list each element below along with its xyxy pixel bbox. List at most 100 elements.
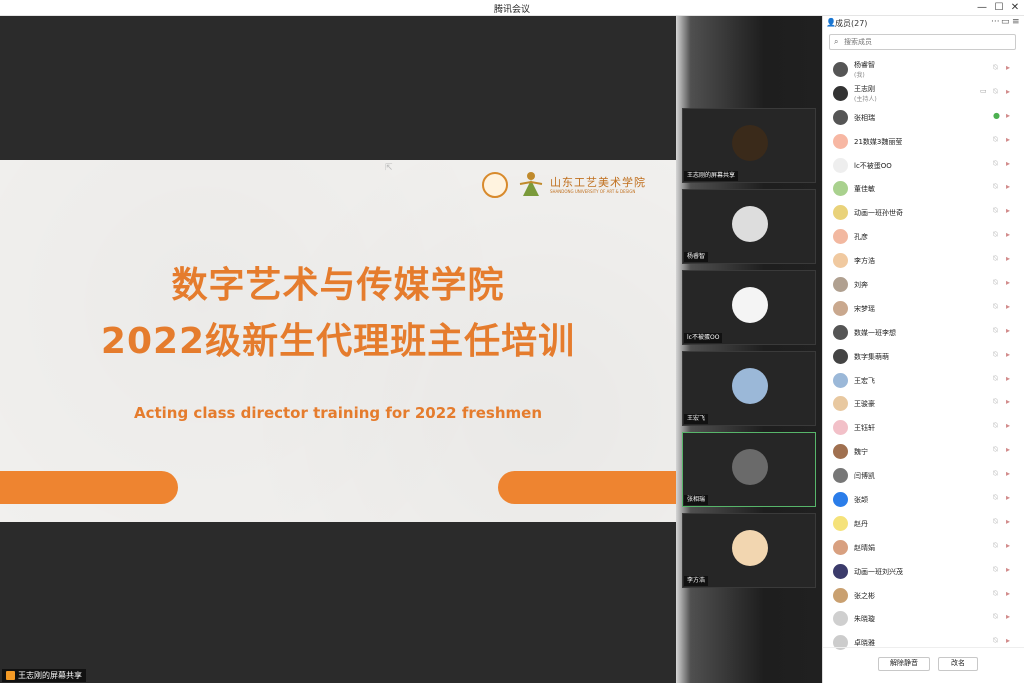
camera-off-icon[interactable]: ▸ xyxy=(1006,612,1015,624)
member-row[interactable]: 赵晴娟 ⍉ ▸ xyxy=(823,536,1024,560)
camera-off-icon[interactable]: ▸ xyxy=(1006,135,1015,147)
member-name: 动画一班刘兴茂 xyxy=(854,567,903,576)
mic-muted-icon[interactable]: ⍉ xyxy=(993,206,1002,218)
camera-off-icon[interactable]: ▸ xyxy=(1006,445,1015,457)
member-row[interactable]: 孔彦 ⍉ ▸ xyxy=(823,225,1024,249)
member-row[interactable]: 魏宁 ⍉ ▸ xyxy=(823,440,1024,464)
mic-muted-icon[interactable]: ⍉ xyxy=(993,135,1002,147)
camera-off-icon[interactable]: ▸ xyxy=(1006,374,1015,386)
avatar xyxy=(833,157,848,173)
camera-off-icon[interactable]: ▸ xyxy=(1006,397,1015,409)
camera-off-icon[interactable]: ▸ xyxy=(1006,589,1015,601)
avatar xyxy=(732,287,768,323)
minimize-icon[interactable]: — xyxy=(975,1,989,15)
mic-muted-icon[interactable]: ⍉ xyxy=(993,374,1002,386)
avatar xyxy=(833,324,848,340)
mic-muted-icon[interactable]: ⍉ xyxy=(993,565,1002,577)
member-name: 杨睿智 xyxy=(854,61,875,69)
camera-off-icon[interactable]: ▸ xyxy=(1006,302,1015,314)
camera-off-icon[interactable]: ▸ xyxy=(1006,421,1015,433)
video-tile[interactable]: 王志刚的屏幕共享 xyxy=(682,108,816,183)
member-row[interactable]: 张之彬 ⍉ ▸ xyxy=(823,584,1024,608)
member-row[interactable]: 动画一班刘兴茂 ⍉ ▸ xyxy=(823,560,1024,584)
video-tile[interactable]: 李方浩 xyxy=(682,513,816,588)
close-icon[interactable]: ✕ xyxy=(1008,1,1022,15)
member-row[interactable]: 王骏豪 ⍉ ▸ xyxy=(823,392,1024,416)
member-row[interactable]: 刘奔 ⍉ ▸ xyxy=(823,273,1024,297)
member-row[interactable]: 王志刚 (主持人) ▭ ⍉ ▸ xyxy=(823,82,1024,106)
mic-muted-icon[interactable]: ⍉ xyxy=(993,326,1002,338)
mic-muted-icon[interactable]: ⍉ xyxy=(993,302,1002,314)
camera-off-icon[interactable]: ▸ xyxy=(1006,326,1015,338)
member-row[interactable]: lc不被蛋OO ⍉ ▸ xyxy=(823,154,1024,178)
mic-muted-icon[interactable]: ⍉ xyxy=(993,397,1002,409)
popout-icon[interactable]: ▭ xyxy=(1001,17,1010,27)
mic-muted-icon[interactable]: ⍉ xyxy=(993,493,1002,505)
avatar xyxy=(833,205,848,221)
camera-off-icon[interactable]: ▸ xyxy=(1006,254,1015,266)
mic-muted-icon[interactable]: ⍉ xyxy=(993,87,1002,99)
mic-muted-icon[interactable]: ⍉ xyxy=(993,612,1002,624)
member-row[interactable]: 闫博凯 ⍉ ▸ xyxy=(823,464,1024,488)
mic-muted-icon[interactable]: ⍉ xyxy=(993,421,1002,433)
mic-muted-icon[interactable]: ⍉ xyxy=(993,159,1002,171)
member-row[interactable]: 宋梦瑶 ⍉ ▸ xyxy=(823,297,1024,321)
search-input[interactable] xyxy=(844,36,1004,48)
camera-off-icon[interactable]: ▸ xyxy=(1006,111,1015,123)
camera-off-icon[interactable]: ▸ xyxy=(1006,469,1015,481)
member-row[interactable]: 张相瑞 ● ▸ xyxy=(823,106,1024,130)
camera-off-icon[interactable]: ▸ xyxy=(1006,493,1015,505)
member-row[interactable]: 王宏飞 ⍉ ▸ xyxy=(823,369,1024,393)
more-options-icon[interactable]: ··· xyxy=(991,17,1000,27)
member-list: 杨睿智 (我) ⍉ ▸ 王志刚 (主持人) ▭ ⍉ ▸ 张相瑞 ● ▸ 21数媒3魏丽莹 ⍉ ▸ lc不被蛋O… xyxy=(823,58,1024,655)
camera-off-icon[interactable]: ▸ xyxy=(1006,541,1015,553)
mic-muted-icon[interactable]: ⍉ xyxy=(993,182,1002,194)
video-tile[interactable]: 张相瑞 xyxy=(682,432,816,507)
member-row[interactable]: 动画一班孙世奇 ⍉ ▸ xyxy=(823,201,1024,225)
mic-muted-icon[interactable]: ⍉ xyxy=(993,254,1002,266)
avatar xyxy=(833,181,848,197)
camera-off-icon[interactable]: ▸ xyxy=(1006,206,1015,218)
video-tile[interactable]: lc不被蛋OO xyxy=(682,270,816,345)
mic-muted-icon[interactable]: ⍉ xyxy=(993,278,1002,290)
member-row[interactable]: 赵丹 ⍉ ▸ xyxy=(823,512,1024,536)
member-row[interactable]: 李方浩 ⍉ ▸ xyxy=(823,249,1024,273)
member-row[interactable]: 朱晓璇 ⍉ ▸ xyxy=(823,607,1024,631)
mic-muted-icon[interactable]: ⍉ xyxy=(993,541,1002,553)
mic-muted-icon[interactable]: ⍉ xyxy=(993,589,1002,601)
panel-menu-icon[interactable]: ≡ xyxy=(1012,17,1020,27)
video-tile[interactable]: 王宏飞 xyxy=(682,351,816,426)
rename-button[interactable]: 改名 xyxy=(938,657,978,671)
member-row[interactable]: 杨睿智 (我) ⍉ ▸ xyxy=(823,58,1024,82)
mic-muted-icon[interactable]: ⍉ xyxy=(993,350,1002,362)
mic-on-icon[interactable]: ● xyxy=(993,111,1002,123)
avatar xyxy=(833,539,848,555)
camera-off-icon[interactable]: ▸ xyxy=(1006,278,1015,290)
camera-off-icon[interactable]: ▸ xyxy=(1006,230,1015,242)
member-search[interactable]: ⌕ xyxy=(829,34,1016,50)
member-row[interactable]: 张颉 ⍉ ▸ xyxy=(823,488,1024,512)
camera-off-icon[interactable]: ▸ xyxy=(1006,565,1015,577)
shared-screen[interactable]: 山东工艺美术学院 SHANDONG UNIVERSITY OF ART & DE… xyxy=(0,16,676,683)
camera-off-icon[interactable]: ▸ xyxy=(1006,350,1015,362)
camera-off-icon[interactable]: ▸ xyxy=(1006,517,1015,529)
camera-off-icon[interactable]: ▸ xyxy=(1006,63,1015,75)
mic-muted-icon[interactable]: ⍉ xyxy=(993,230,1002,242)
member-row[interactable]: 董佳敏 ⍉ ▸ xyxy=(823,177,1024,201)
maximize-icon[interactable]: ☐ xyxy=(992,1,1006,15)
member-row[interactable]: 数字集萌萌 ⍉ ▸ xyxy=(823,345,1024,369)
mic-muted-icon[interactable]: ⍉ xyxy=(993,445,1002,457)
member-row[interactable]: 王钰轩 ⍉ ▸ xyxy=(823,416,1024,440)
mic-muted-icon[interactable]: ⍉ xyxy=(993,469,1002,481)
title-bar: 腾讯会议 — ☐ ✕ xyxy=(0,0,1024,16)
unmute-all-button[interactable]: 解除静音 xyxy=(878,657,930,671)
avatar xyxy=(833,396,848,412)
video-tile[interactable]: 杨睿智 xyxy=(682,189,816,264)
camera-off-icon[interactable]: ▸ xyxy=(1006,87,1015,99)
mic-muted-icon[interactable]: ⍉ xyxy=(993,517,1002,529)
camera-off-icon[interactable]: ▸ xyxy=(1006,159,1015,171)
mic-muted-icon[interactable]: ⍉ xyxy=(993,63,1002,75)
camera-off-icon[interactable]: ▸ xyxy=(1006,182,1015,194)
member-row[interactable]: 21数媒3魏丽莹 ⍉ ▸ xyxy=(823,130,1024,154)
member-row[interactable]: 数媒一班李想 ⍉ ▸ xyxy=(823,321,1024,345)
